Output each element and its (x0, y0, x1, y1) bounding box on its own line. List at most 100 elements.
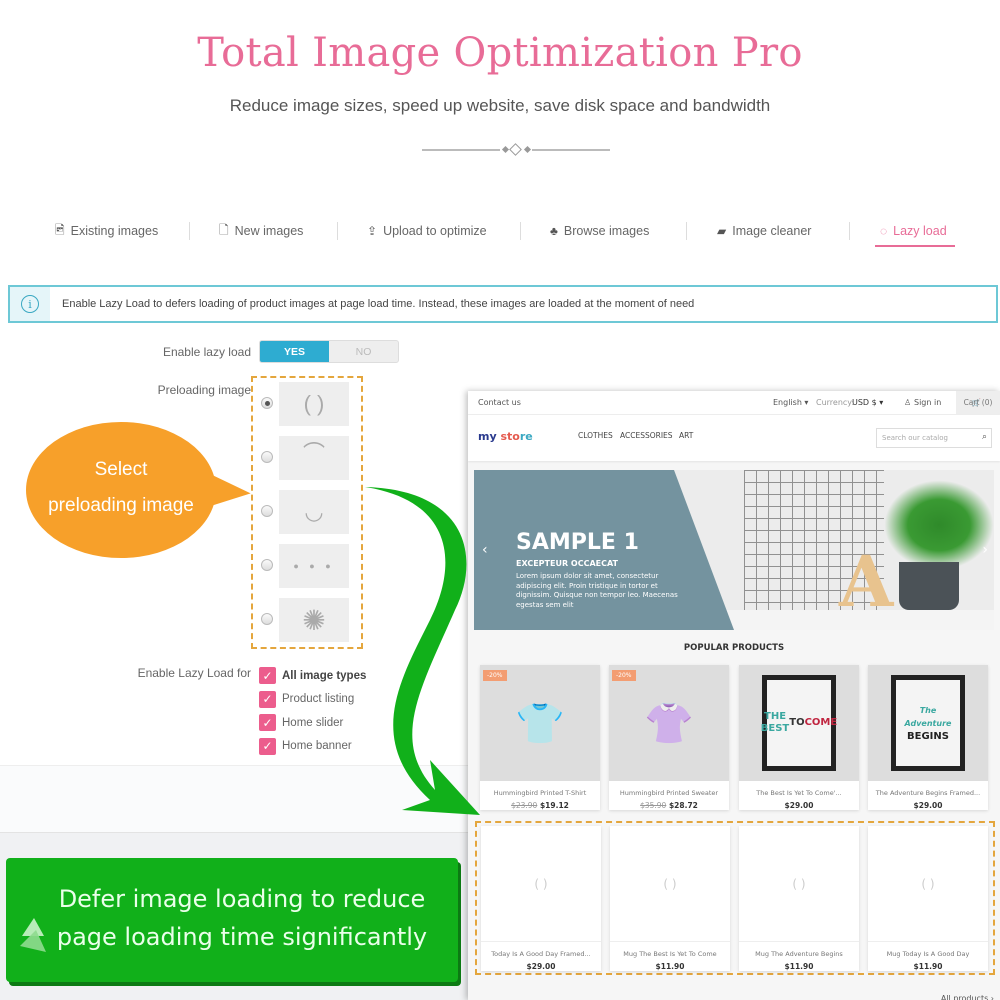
product-name[interactable]: Today Is A Good Day Framed... (481, 950, 601, 958)
check-icon[interactable]: ✓ (259, 690, 276, 708)
product-price: $23.90 $19.12 (511, 801, 569, 810)
discount-badge: -20% (612, 670, 636, 681)
home-slider: A SAMPLE 1 EXCEPTEUR OCCAECAT Lorem ipsu… (474, 470, 994, 630)
store-logo[interactable]: my store (478, 430, 533, 443)
all-products-link[interactable]: All products › (941, 994, 994, 1000)
preload-option-sunburst[interactable]: ✺ (257, 598, 357, 642)
product-price: $11.90 (655, 962, 685, 971)
brackets-spinner-preview: ( ) (279, 382, 349, 426)
tab-label: New images (234, 224, 304, 238)
info-text: Enable Lazy Load to defers loading of pr… (62, 298, 695, 310)
nav-clothes[interactable]: CLOTHES (578, 431, 613, 440)
lazy-load-targets: ✓ All image types ✓ Product listing ✓ Home … (259, 664, 366, 758)
info-alert: i Enable Lazy Load to defers loading of … (8, 285, 998, 323)
preload-option-dotted-arc[interactable]: ◡ (257, 490, 357, 534)
checkbox-all-image-types[interactable]: ✓ All image types (259, 664, 366, 688)
arc-spinner-preview: ⌒ (279, 436, 349, 480)
product-image-adventure-poster[interactable]: The Adventure BEGINS (868, 665, 988, 781)
banner-line: page loading time significantly (56, 923, 428, 951)
form-footer (0, 765, 470, 835)
toggle-no-option[interactable]: NO (329, 341, 398, 362)
page-title: Total Image Optimization Pro (197, 30, 803, 76)
language-select[interactable]: English ▾ (773, 398, 808, 407)
cart-button[interactable]: 🛒 Cart (0) (956, 391, 1000, 414)
tab-label: Browse images (563, 224, 650, 238)
checkbox-home-slider[interactable]: ✓ Home slider (259, 711, 366, 735)
tab-upload-to-optimize[interactable]: ⇪ Upload to optimize (367, 216, 487, 246)
currency-select[interactable]: USD $ ▾ (852, 398, 883, 407)
tab-new-images[interactable]: 🗋 New images (219, 216, 303, 246)
preloading-image-options: ( ) ⌒ ◡ ● ● ● ✺ (251, 376, 363, 649)
slide-title: SAMPLE 1 (516, 530, 639, 555)
lazy-placeholder-image: ( ) (868, 826, 988, 942)
check-icon[interactable]: ✓ (259, 714, 276, 732)
slider-prev-icon[interactable]: ‹ (482, 542, 488, 558)
product-name[interactable]: Mug The Adventure Begins (739, 950, 859, 958)
check-icon[interactable]: ✓ (259, 667, 276, 685)
checkbox-label: Home slider (282, 716, 344, 729)
radio-button[interactable] (261, 451, 273, 463)
product-name[interactable]: Hummingbird Printed Sweater (609, 789, 729, 797)
cart-label: Cart (0) (963, 398, 993, 407)
currency-label: Currency: (816, 398, 855, 407)
product-image-best-poster[interactable]: THE BEST TO COME (739, 665, 859, 781)
radio-button[interactable] (261, 397, 273, 409)
lazy-placeholder-image: ( ) (481, 826, 601, 942)
product-card-lazy[interactable]: ( ) Mug The Adventure Begins $11.90 (739, 826, 859, 971)
radio-button[interactable] (261, 613, 273, 625)
product-card[interactable]: 👚 -20% Hummingbird Printed Sweater $35.90… (609, 665, 729, 810)
checkbox-home-banner[interactable]: ✓ Home banner (259, 735, 366, 759)
product-image-sweater[interactable]: 👚 -20% (609, 665, 729, 781)
product-card-lazy[interactable]: ( ) Today Is A Good Day Framed... $29.00 (481, 826, 601, 971)
enable-lazy-load-toggle[interactable]: YES NO (259, 340, 399, 363)
checkbox-product-listing[interactable]: ✓ Product listing (259, 688, 366, 712)
store-preview: Contact us English ▾ Currency: USD $ ▾ ♙… (468, 391, 1000, 1000)
radio-button[interactable] (261, 505, 273, 517)
three-dots-spinner-preview: ● ● ● (279, 544, 349, 588)
product-price: $11.90 (913, 962, 943, 971)
product-card[interactable]: 👕 -20% Hummingbird Printed T-Shirt $23.90… (480, 665, 600, 810)
product-card-lazy[interactable]: ( ) Mug The Best Is Yet To Come $11.90 (610, 826, 730, 971)
product-card[interactable]: The Adventure BEGINS The Adventure Begins… (868, 665, 988, 810)
sunburst-spinner-preview: ✺ (279, 598, 349, 642)
info-icon: i (21, 295, 39, 313)
tab-label: Upload to optimize (383, 224, 487, 238)
eraser-icon: ▰ (717, 224, 727, 238)
radio-button[interactable] (261, 559, 273, 571)
nav-art[interactable]: ART (679, 431, 693, 440)
product-card-lazy[interactable]: ( ) Mug Today Is A Good Day $11.90 (868, 826, 988, 971)
checkbox-label: Product listing (282, 693, 355, 706)
product-card[interactable]: THE BEST TO COME The Best Is Yet To Come'..… (739, 665, 859, 810)
slider-next-icon[interactable]: › (982, 542, 988, 558)
tab-label: Image cleaner (732, 224, 812, 238)
search-icon[interactable]: ⌕ (982, 432, 987, 442)
product-name[interactable]: Mug Today Is A Good Day (868, 950, 988, 958)
product-name[interactable]: The Best Is Yet To Come'... (739, 789, 859, 797)
sign-in-link[interactable]: Sign in (914, 398, 941, 407)
ornament-divider (422, 143, 610, 156)
product-image-tshirt[interactable]: 👕 -20% (480, 665, 600, 781)
slide-subtitle: EXCEPTEUR OCCAECAT (516, 559, 619, 568)
tab-existing-images[interactable]: 🖻 Existing images (55, 216, 158, 246)
stacked-triangles-icon (20, 918, 46, 952)
lazy-placeholder-image: ( ) (739, 826, 859, 942)
nav-accessories[interactable]: ACCESSORIES (620, 431, 673, 440)
spinner-icon: ◌ (880, 224, 888, 238)
tab-browse-images[interactable]: ♣ Browse images (550, 216, 649, 246)
contact-us-link[interactable]: Contact us (478, 398, 521, 407)
product-name[interactable]: Hummingbird Printed T-Shirt (480, 789, 600, 797)
preload-option-brackets[interactable]: ( ) (257, 382, 357, 426)
store-topbar: Contact us English ▾ Currency: USD $ ▾ ♙… (468, 391, 1000, 415)
select-preloading-callout: Select preloading image (26, 422, 216, 558)
tab-lazy-load[interactable]: ◌ Lazy load (880, 216, 947, 246)
check-icon[interactable]: ✓ (259, 737, 276, 755)
tab-label: Existing images (70, 224, 159, 238)
toggle-yes-option[interactable]: YES (260, 341, 329, 362)
product-name[interactable]: The Adventure Begins Framed... (868, 789, 988, 797)
store-search-input[interactable]: Search our catalog ⌕ (876, 428, 992, 448)
preload-option-three-dots[interactable]: ● ● ● (257, 544, 357, 588)
tab-image-cleaner[interactable]: ▰ Image cleaner (717, 216, 811, 246)
product-name[interactable]: Mug The Best Is Yet To Come (610, 950, 730, 958)
product-price: $29.00 (784, 801, 814, 810)
preload-option-arc[interactable]: ⌒ (257, 436, 357, 480)
